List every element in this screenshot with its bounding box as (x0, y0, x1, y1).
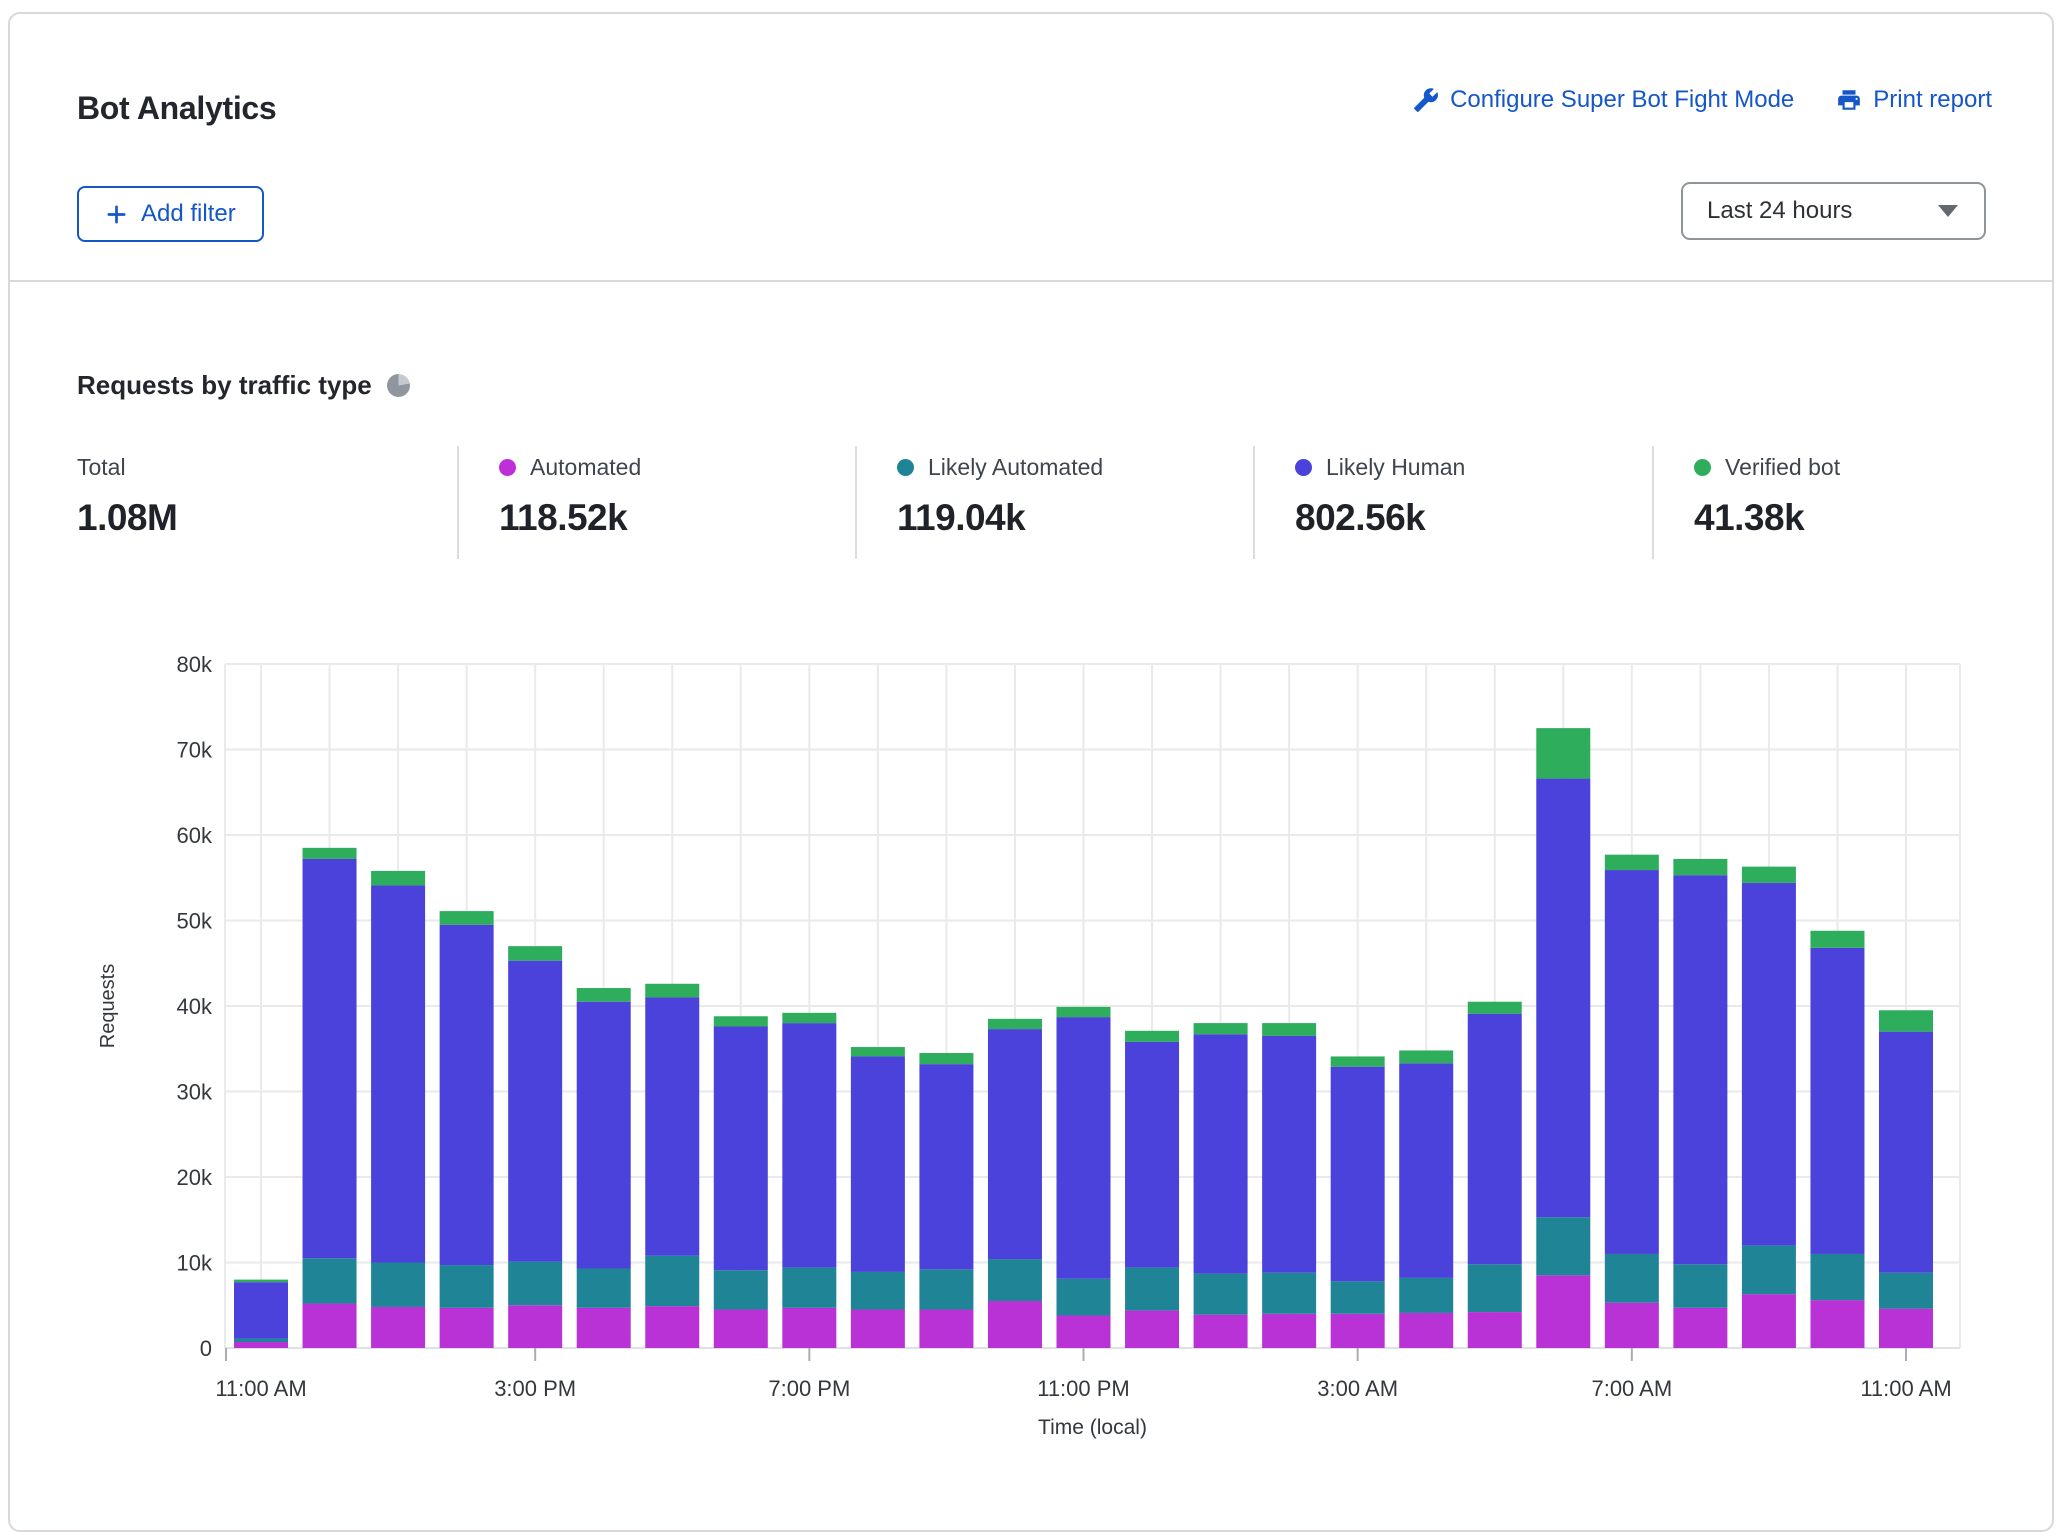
stat-likely-automated: Likely Automated 119.04k (855, 446, 1253, 559)
svg-text:Requests: Requests (97, 964, 119, 1049)
stat-value: 41.38k (1694, 497, 1992, 539)
plus-icon (105, 203, 128, 226)
page-title: Bot Analytics (77, 90, 276, 127)
stat-value: 118.52k (499, 497, 855, 539)
svg-text:3:00 AM: 3:00 AM (1317, 1376, 1398, 1401)
stat-likely-human: Likely Human 802.56k (1253, 446, 1652, 559)
print-report-link[interactable]: Print report (1836, 86, 1992, 114)
svg-text:7:00 PM: 7:00 PM (768, 1376, 850, 1401)
wrench-icon (1413, 87, 1439, 113)
stat-total: Total 1.08M (77, 446, 457, 559)
print-link-label: Print report (1873, 86, 1992, 114)
svg-text:7:00 AM: 7:00 AM (1591, 1376, 1672, 1401)
stat-label: Likely Human (1326, 454, 1465, 481)
stat-automated: Automated 118.52k (457, 446, 855, 559)
pie-chart-icon (387, 374, 410, 397)
svg-text:11:00 AM: 11:00 AM (215, 1376, 306, 1401)
likely-human-dot-icon (1295, 459, 1312, 476)
add-filter-label: Add filter (141, 200, 236, 228)
configure-link-label: Configure Super Bot Fight Mode (1450, 86, 1794, 114)
svg-text:3:00 PM: 3:00 PM (494, 1376, 576, 1401)
svg-text:11:00 PM: 11:00 PM (1037, 1376, 1130, 1401)
svg-text:11:00 AM: 11:00 AM (1860, 1376, 1951, 1401)
section-title-row: Requests by traffic type (77, 370, 410, 401)
time-range-value: Last 24 hours (1707, 197, 1852, 225)
traffic-chart: 11:00 AM 3:00 PM 7:00 PM 11:00 PM 3:00 AM 7:0… (10, 614, 2062, 1464)
chevron-down-icon (1938, 205, 1958, 217)
stat-label: Verified bot (1725, 454, 1840, 481)
add-filter-button[interactable]: Add filter (77, 186, 264, 242)
svg-text:40k: 40k (177, 994, 213, 1019)
section-title: Requests by traffic type (77, 370, 372, 401)
svg-text:70k: 70k (177, 738, 213, 763)
likely-automated-dot-icon (897, 459, 914, 476)
stat-verified-bot: Verified bot 41.38k (1652, 446, 1992, 559)
header-divider (10, 280, 2052, 282)
stat-label: Automated (530, 454, 641, 481)
svg-text:Time (local): Time (local) (1038, 1416, 1147, 1439)
svg-text:20k: 20k (177, 1165, 213, 1190)
svg-text:60k: 60k (177, 823, 213, 848)
svg-text:30k: 30k (177, 1080, 213, 1105)
header-actions: Configure Super Bot Fight Mode Print rep… (1413, 86, 1992, 114)
stat-value: 802.56k (1295, 497, 1652, 539)
verified-bot-dot-icon (1694, 459, 1711, 476)
svg-text:10k: 10k (177, 1251, 213, 1276)
traffic-summary-row: Total 1.08M Automated 118.52k Likely Aut… (77, 446, 1992, 559)
printer-icon (1836, 87, 1862, 113)
bot-analytics-panel: Bot Analytics Configure Super Bot Fight … (8, 12, 2054, 1532)
stat-value: 1.08M (77, 497, 457, 539)
svg-text:50k: 50k (177, 909, 213, 934)
svg-text:80k: 80k (177, 652, 213, 677)
configure-super-bot-fight-mode-link[interactable]: Configure Super Bot Fight Mode (1413, 86, 1794, 114)
stat-label: Total (77, 454, 126, 481)
time-range-select[interactable]: Last 24 hours (1681, 182, 1986, 240)
automated-dot-icon (499, 459, 516, 476)
svg-text:0: 0 (200, 1336, 212, 1361)
stat-label: Likely Automated (928, 454, 1103, 481)
stat-value: 119.04k (897, 497, 1253, 539)
